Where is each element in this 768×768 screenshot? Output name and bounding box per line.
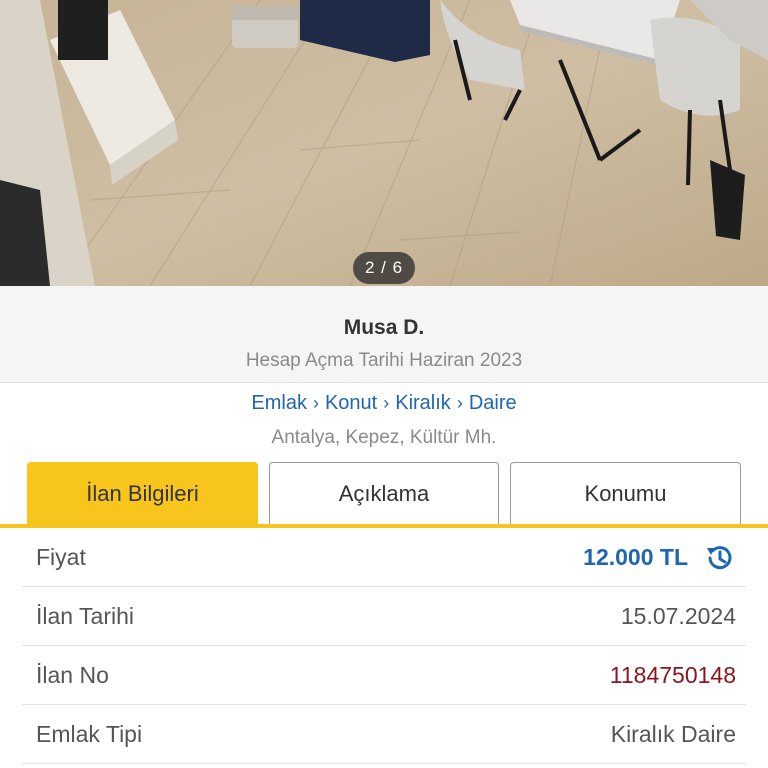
photo-counter-badge: 2 / 6 bbox=[353, 252, 415, 284]
breadcrumb-separator: › bbox=[383, 393, 390, 413]
price-value: 12.000 TL bbox=[583, 544, 688, 570]
detail-row-property-type: Emlak Tipi Kiralık Daire bbox=[22, 705, 746, 764]
room-photo-image bbox=[0, 0, 768, 286]
seller-name[interactable]: Musa D. bbox=[0, 316, 768, 340]
detail-row-date: İlan Tarihi 15.07.2024 bbox=[22, 587, 746, 646]
detail-row-listing-no: İlan No 1184750148 bbox=[22, 646, 746, 705]
listing-date-value: 15.07.2024 bbox=[620, 603, 736, 629]
listing-details: Fiyat 12.000 TL İlan Tarihi 15.07.2024 İ… bbox=[0, 528, 768, 764]
detail-label: İlan No bbox=[36, 662, 109, 688]
detail-label: Emlak Tipi bbox=[36, 721, 143, 747]
listing-location: Antalya, Kepez, Kültür Mh. bbox=[271, 427, 497, 448]
tab-ilan-bilgileri[interactable]: İlan Bilgileri bbox=[27, 462, 258, 524]
price-history-icon[interactable] bbox=[702, 540, 738, 576]
breadcrumb-separator: › bbox=[312, 393, 319, 413]
seller-info[interactable]: Musa D. Hesap Açma Tarihi Haziran 2023 bbox=[0, 286, 768, 383]
listing-number-value[interactable]: 1184750148 bbox=[610, 662, 736, 689]
listing-tabs: İlan Bilgileri Açıklama Konumu bbox=[0, 460, 768, 528]
tab-konumu[interactable]: Konumu bbox=[510, 462, 741, 524]
breadcrumb-separator: › bbox=[456, 393, 463, 413]
breadcrumb-emlak[interactable]: Emlak bbox=[251, 392, 307, 414]
detail-label: Fiyat bbox=[36, 544, 86, 570]
tab-aciklama[interactable]: Açıklama bbox=[269, 462, 499, 524]
detail-label: İlan Tarihi bbox=[36, 603, 135, 629]
seller-account-date: Hesap Açma Tarihi Haziran 2023 bbox=[245, 350, 523, 371]
breadcrumb-daire[interactable]: Daire bbox=[469, 392, 517, 414]
listing-photo[interactable]: 2 / 6 bbox=[0, 0, 768, 286]
breadcrumb-konut[interactable]: Konut bbox=[325, 392, 377, 414]
breadcrumb-kiralik[interactable]: Kiralık bbox=[395, 392, 451, 414]
property-type-value: Kiralık Daire bbox=[610, 721, 736, 747]
detail-row-price: Fiyat 12.000 TL bbox=[22, 528, 746, 587]
category-breadcrumb: Emlak › Konut › Kiralık › Daire bbox=[0, 392, 768, 415]
